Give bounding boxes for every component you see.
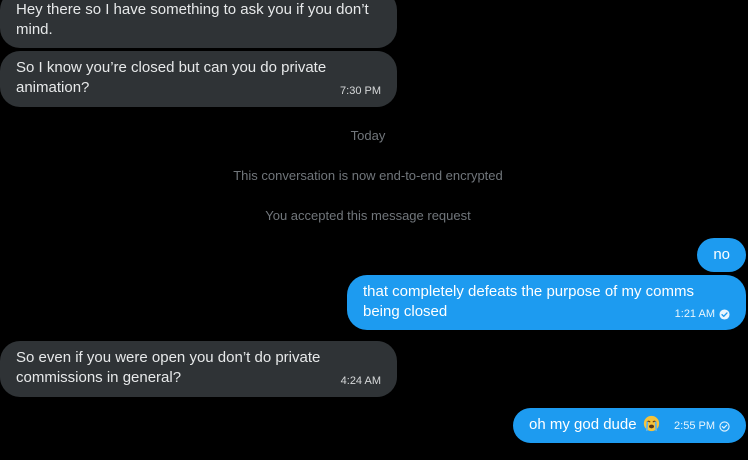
message-text: that completely defeats the purpose of m… [363,283,694,320]
message-timestamp: 7:30 PM [340,85,381,97]
read-check-icon [719,308,730,320]
message-bubble-incoming[interactable]: So I know you’re closed but can you do p… [0,51,397,107]
message-timestamp: 1:21 AM [675,307,730,321]
message-bubble-incoming[interactable]: So even if you were open you don’t do pr… [0,341,397,397]
message-bubble-outgoing[interactable]: no [697,238,746,272]
message-timestamp: 4:24 AM [340,375,381,387]
loudly-crying-face-icon [643,415,659,432]
message-bubble-incoming[interactable]: Hey there so I have something to ask you… [0,0,397,48]
message-text: So even if you were open you don’t do pr… [16,349,321,386]
date-divider: Today [350,128,386,143]
message-timestamp: 2:55 PM [674,419,730,433]
encryption-notice: This conversation is now end-to-end encr… [233,168,503,183]
message-text: Hey there so I have something to ask you… [16,1,369,38]
sent-check-icon [719,420,730,432]
message-text: So I know you’re closed but can you do p… [16,59,327,96]
message-text: no [713,246,730,263]
message-bubble-outgoing[interactable]: that completely defeats the purpose of m… [347,275,746,330]
message-bubble-outgoing[interactable]: oh my god dude 2:55 PM [513,408,746,443]
message-request-notice: You accepted this message request [265,208,471,223]
